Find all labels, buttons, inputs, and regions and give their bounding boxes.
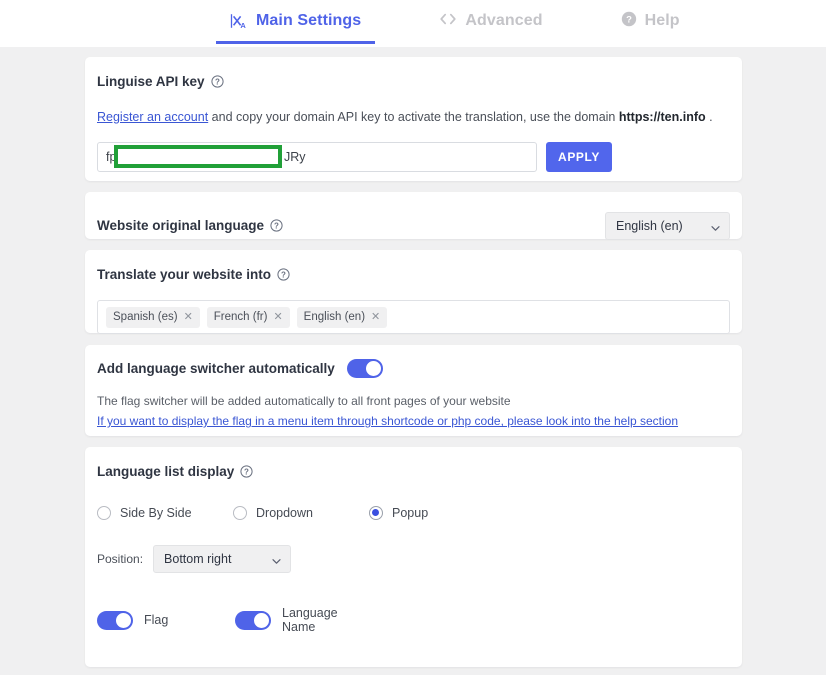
radio-dropdown[interactable]: Dropdown: [233, 506, 369, 520]
remove-tag-icon[interactable]: ✕: [371, 311, 380, 323]
toggle-knob: [365, 361, 381, 376]
language-tag[interactable]: French (fr) ✕: [206, 306, 290, 328]
language-list-display-title-text: Language list display: [97, 464, 235, 479]
remove-tag-icon[interactable]: ✕: [184, 311, 193, 323]
api-key-title-text: Linguise API key: [97, 74, 205, 89]
settings-content: Linguise API key ? Register an account a…: [0, 47, 826, 675]
tab-label: Main Settings: [256, 11, 362, 29]
language-name-toggle[interactable]: [235, 610, 271, 630]
radio-circle[interactable]: [369, 506, 383, 520]
language-name-toggle-item: Language Name: [235, 606, 373, 634]
question-mark-circle-icon[interactable]: ?: [270, 219, 283, 232]
original-language-card: Website original language ? English (en): [85, 192, 742, 240]
api-key-description: Register an account and copy your domain…: [97, 110, 730, 125]
svg-text:A: A: [240, 21, 246, 30]
domain-value: https://ten.info: [618, 110, 706, 124]
chevron-down-icon: [272, 555, 281, 564]
toggle-knob: [116, 612, 131, 628]
tab-label: Advanced: [465, 11, 543, 29]
code-brackets-icon: [439, 12, 457, 29]
radio-label: Dropdown: [256, 506, 313, 520]
auto-switcher-header: Add language switcher automatically: [97, 359, 730, 378]
tab-main-settings[interactable]: A Main Settings: [216, 0, 376, 44]
translate-into-card: Translate your website into ? Spanish (e…: [85, 250, 742, 334]
position-row: Position: Bottom right: [97, 545, 730, 573]
svg-text:?: ?: [215, 78, 220, 87]
radio-circle[interactable]: [233, 506, 247, 520]
original-language-title: Website original language ?: [97, 219, 283, 233]
auto-switcher-toggle[interactable]: [346, 359, 383, 378]
radio-popup[interactable]: Popup: [369, 506, 505, 520]
language-tag[interactable]: English (en) ✕: [296, 306, 388, 328]
api-key-title: Linguise API key ?: [97, 75, 224, 89]
position-label: Position:: [97, 552, 144, 566]
tab-list: A Main Settings Advanced ? Help: [0, 0, 826, 47]
original-language-title-text: Website original language: [97, 217, 265, 233]
translate-into-title: Translate your website into ?: [97, 268, 290, 282]
language-tag-label: English (en): [303, 311, 366, 323]
shortcode-help-link[interactable]: If you want to display the flag in a men…: [97, 414, 730, 428]
original-language-value: English (en): [616, 218, 683, 233]
svg-text:?: ?: [281, 271, 286, 280]
language-list-display-title: Language list display ?: [97, 465, 253, 479]
language-tag-input[interactable]: Spanish (es) ✕ French (fr) ✕ English (en…: [97, 300, 730, 334]
api-key-card: Linguise API key ? Register an account a…: [85, 57, 742, 181]
api-key-suffix: JRy: [284, 150, 306, 164]
language-name-toggle-label: Language Name: [282, 606, 338, 634]
chevron-down-icon: [711, 222, 720, 231]
language-tag-label: French (fr): [213, 311, 268, 323]
api-desc-end: .: [705, 110, 713, 124]
question-mark-circle-icon[interactable]: ?: [240, 465, 253, 478]
radio-circle[interactable]: [97, 506, 111, 520]
tab-help[interactable]: ? Help: [607, 0, 694, 44]
position-value: Bottom right: [164, 552, 232, 566]
question-mark-circle-icon[interactable]: ?: [277, 268, 290, 281]
toggle-knob: [254, 612, 269, 628]
language-tag[interactable]: Spanish (es) ✕: [106, 306, 200, 328]
radio-label: Popup: [392, 506, 429, 520]
api-key-input[interactable]: fp JRy: [97, 142, 537, 172]
position-select[interactable]: Bottom right: [153, 545, 292, 573]
display-options-toggles: Flag Language Name: [97, 606, 730, 634]
remove-tag-icon[interactable]: ✕: [273, 311, 282, 323]
apply-button[interactable]: APPLY: [546, 142, 612, 172]
radio-label: Side By Side: [120, 506, 192, 520]
svg-text:?: ?: [274, 222, 279, 231]
original-language-select[interactable]: English (en): [605, 211, 730, 240]
display-mode-radio-group: Side By Side Dropdown Popup: [97, 506, 730, 520]
top-tab-bar: A Main Settings Advanced ? Help: [0, 0, 826, 47]
flag-toggle[interactable]: [97, 610, 133, 630]
translate-into-title-text: Translate your website into: [97, 267, 272, 282]
language-list-display-card: Language list display ? Side By Side Dro…: [85, 447, 742, 667]
auto-switcher-note: The flag switcher will be added automati…: [97, 394, 511, 408]
redaction-overlay: [114, 145, 282, 168]
auto-switcher-card: Add language switcher automatically The …: [85, 345, 742, 436]
radio-side-by-side[interactable]: Side By Side: [97, 506, 233, 520]
translate-icon: A: [230, 12, 248, 30]
register-account-link[interactable]: Register an account: [97, 110, 208, 124]
svg-text:?: ?: [626, 15, 632, 26]
flag-toggle-item: Flag: [97, 610, 235, 630]
question-circle-icon: ?: [621, 11, 637, 30]
api-desc-middle: and copy your domain API key to activate…: [208, 110, 619, 124]
tab-advanced[interactable]: Advanced: [425, 0, 556, 44]
language-tag-label: Spanish (es): [113, 311, 178, 323]
tab-label: Help: [644, 11, 680, 29]
api-key-input-row: fp JRy APPLY: [97, 142, 730, 172]
question-mark-circle-icon[interactable]: ?: [210, 75, 224, 88]
flag-toggle-label: Flag: [144, 613, 169, 627]
svg-text:?: ?: [244, 468, 249, 477]
auto-switcher-title: Add language switcher automatically: [97, 360, 335, 376]
